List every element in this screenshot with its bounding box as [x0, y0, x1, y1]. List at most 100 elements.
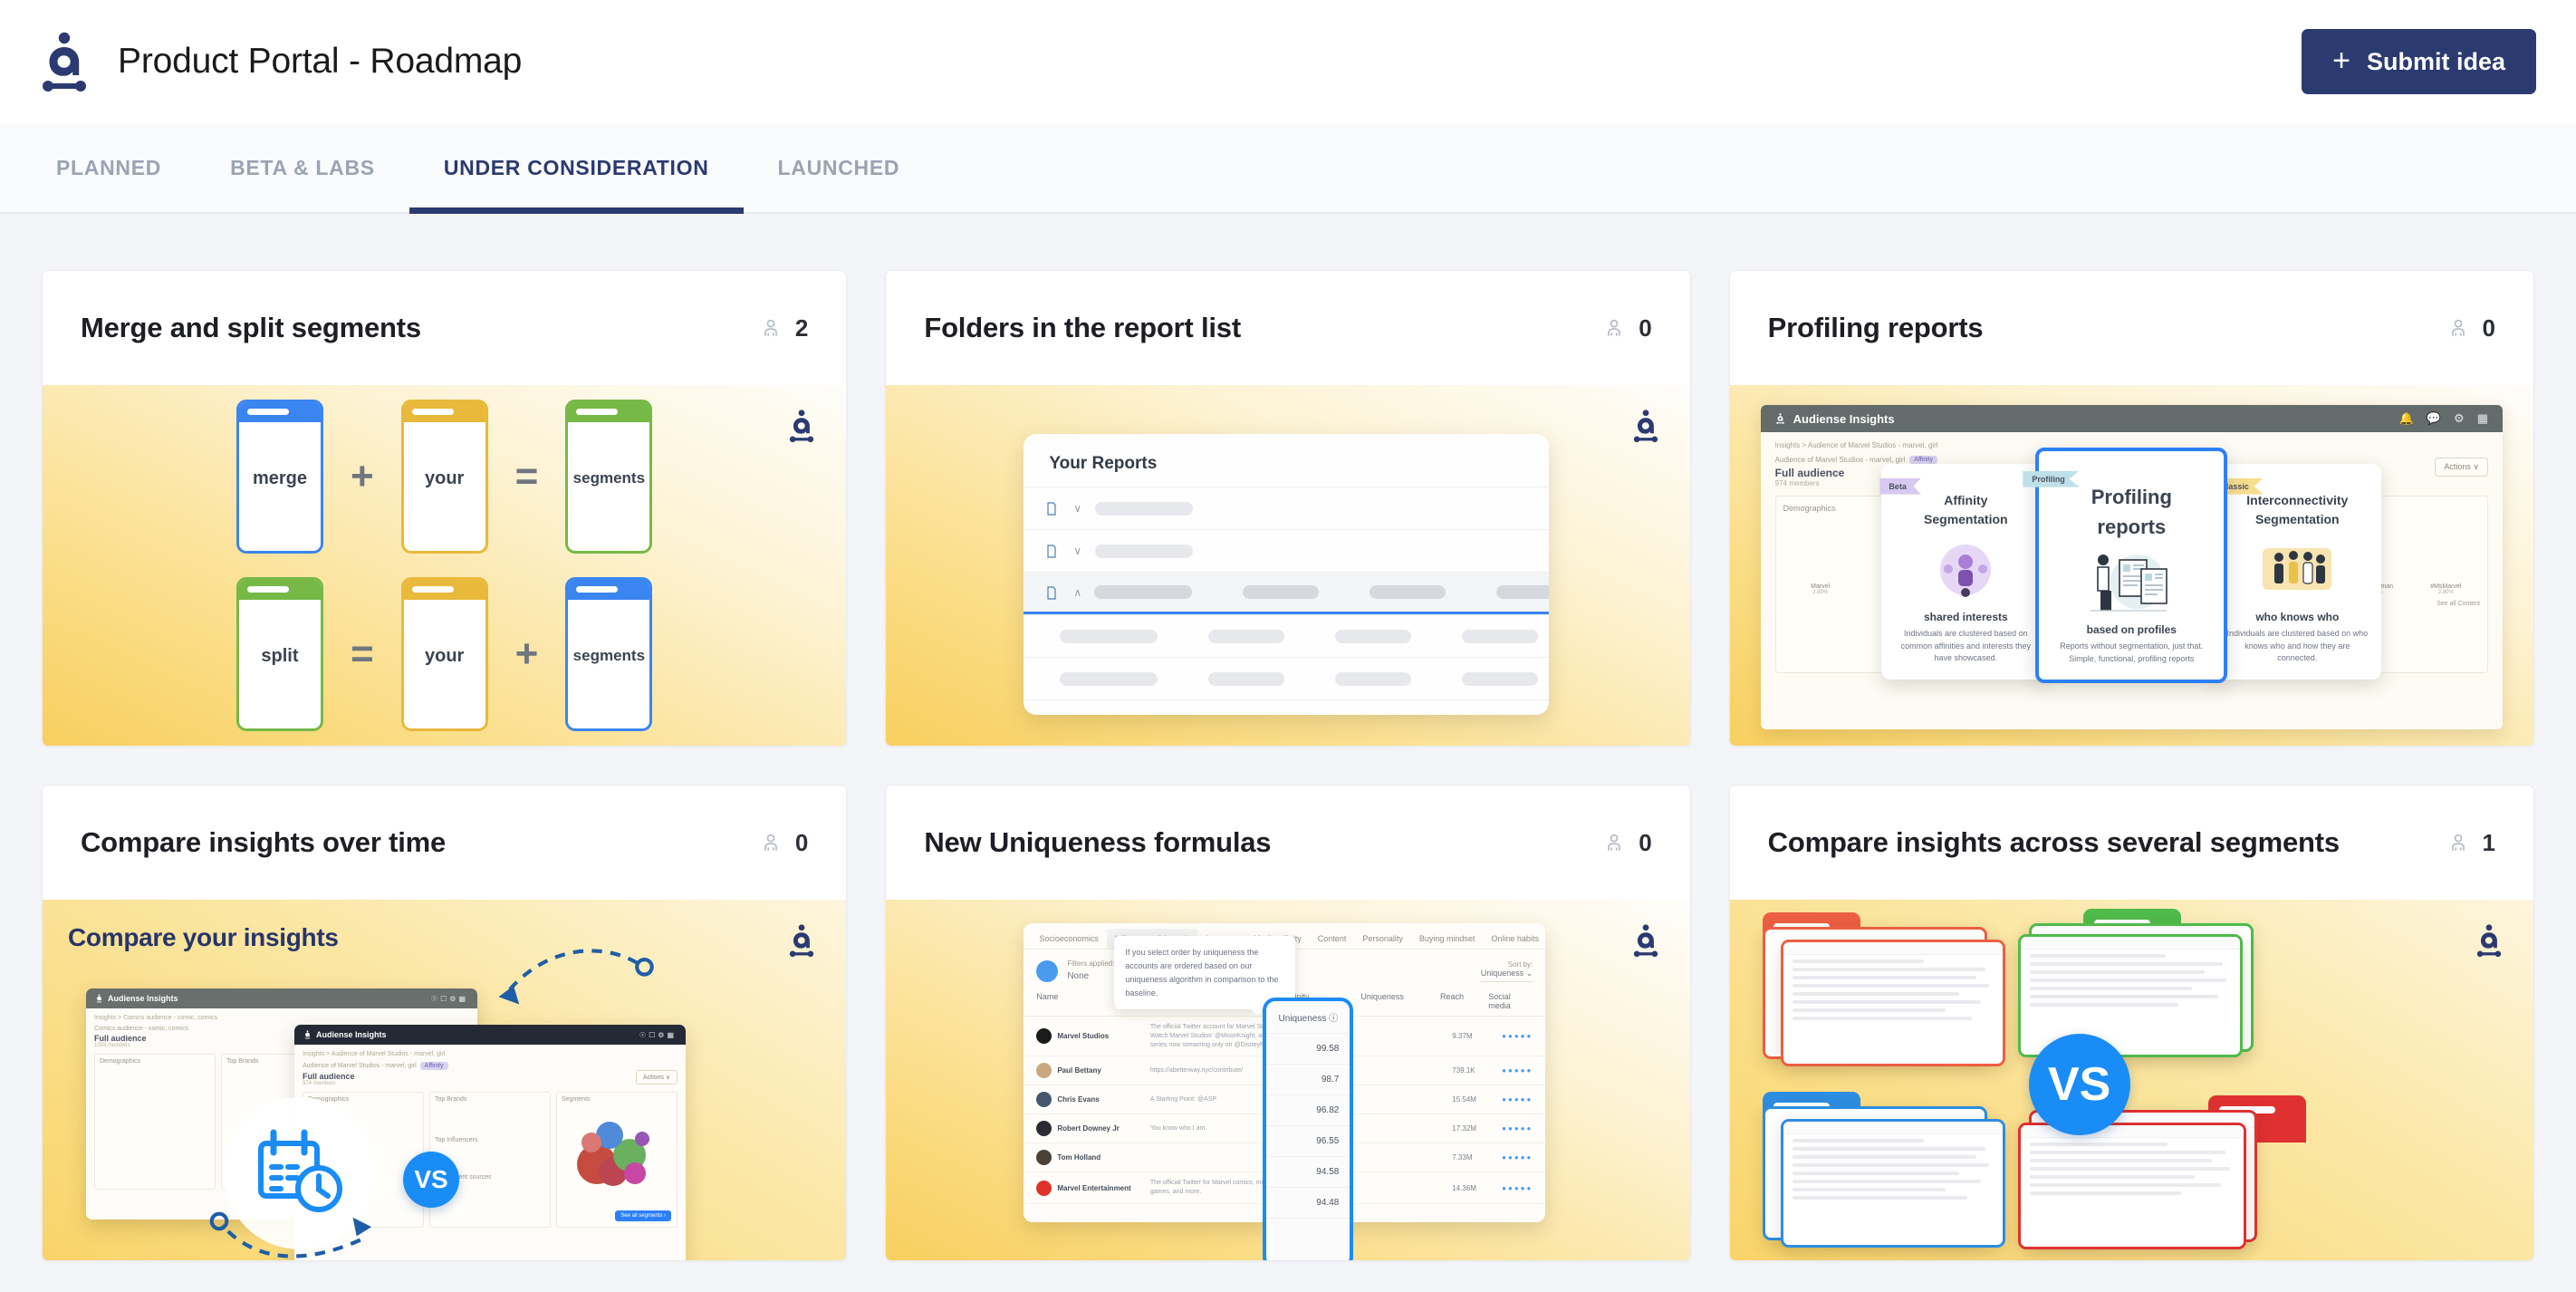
col-uniqueness: Uniqueness	[1360, 992, 1404, 1001]
filter-icon[interactable]	[1036, 959, 1059, 982]
segment-windows-stage: VS	[1730, 900, 2533, 1260]
skeleton-bar	[1462, 671, 1539, 686]
report-row[interactable]	[1024, 614, 1550, 657]
row-cells	[1060, 714, 1539, 715]
tab-planned[interactable]: PLANNED	[22, 123, 196, 212]
card-title: Compare insights over time	[81, 826, 447, 858]
tab-under-consideration[interactable]: UNDER CONSIDERATION	[409, 123, 744, 214]
card-illustration-uniqueness: Socioeconomics Influencers & brands Inte…	[886, 900, 1690, 1260]
audiense-logo-icon	[36, 32, 92, 92]
idea-card-compare-over-time[interactable]: Compare insights over time 0 Compare you…	[42, 785, 848, 1261]
folder-row[interactable]: ∨	[1024, 529, 1550, 572]
idea-card-profiling-reports[interactable]: Profiling reports 0 Audiense Insights 🔔	[1728, 270, 2534, 747]
full-audience-label: Full audience	[303, 1072, 355, 1081]
skeleton-bar	[1335, 671, 1412, 686]
tab-buying-mindset[interactable]: Buying mindset	[1411, 929, 1484, 949]
brand: Product Portal - Roadmap	[36, 32, 522, 92]
skeleton-bar	[1095, 544, 1194, 558]
avatar	[1036, 1150, 1053, 1166]
report-window-blue[interactable]	[1780, 1119, 2005, 1248]
avatar	[1036, 1121, 1053, 1137]
vote-badge[interactable]: 0	[1602, 313, 1652, 342]
skeleton-bar	[1243, 585, 1320, 599]
card-heading-line2: Segmentation	[1924, 511, 2008, 526]
folder-row[interactable]: ∨	[1024, 487, 1550, 529]
social-icons: ●●●●●	[1502, 1032, 1533, 1041]
report-type-card-profiling[interactable]: Profiling Profiling reports based on pro…	[2023, 447, 2228, 684]
vote-badge[interactable]: 0	[759, 829, 808, 857]
vote-badge[interactable]: 1	[2446, 829, 2495, 857]
col-reach: Reach	[1439, 992, 1464, 1001]
vote-badge[interactable]: 0	[1602, 829, 1652, 857]
chevron-down-icon[interactable]: ∨	[1073, 502, 1086, 515]
uniqueness-value: 98.7	[1266, 1065, 1350, 1095]
watermark-logo-icon	[1630, 923, 1661, 958]
actions-button[interactable]: Actions ∨	[635, 1070, 678, 1085]
info-icon[interactable]: ⓘ	[1329, 1014, 1338, 1024]
window-header	[1783, 942, 2003, 955]
report-type-card-interconnectivity[interactable]: Classic Interconnectivity Segmentation w…	[2211, 463, 2382, 680]
segments-bubble-chart	[577, 1122, 649, 1186]
segment-card-label: your	[424, 645, 465, 666]
tab-beta-labs[interactable]: BETA & LABS	[196, 123, 409, 212]
vote-count: 1	[2482, 828, 2495, 856]
dashboard-column: Demographics	[94, 1054, 216, 1190]
skeleton-bar	[1335, 714, 1412, 715]
person-icon	[2451, 319, 2465, 336]
skeleton-bar	[1060, 714, 1158, 715]
operator-equals: =	[350, 632, 374, 676]
window-header	[1783, 1122, 2003, 1134]
idea-card-compare-across-segments[interactable]: Compare insights across several segments…	[1728, 785, 2534, 1261]
card-header: New Uniqueness formulas 0	[886, 786, 1689, 900]
idea-card-merge-split[interactable]: Merge and split segments 2 merge + your	[42, 270, 848, 747]
vote-badge[interactable]: 2	[759, 314, 808, 342]
card-subtitle: who knows who	[2255, 610, 2340, 623]
see-all-segments-button[interactable]: See all segments ›	[615, 1210, 671, 1221]
folder-icon	[1047, 544, 1064, 558]
submit-idea-button[interactable]: + Submit idea	[2302, 29, 2536, 94]
chevron-up-icon[interactable]: ∧	[1073, 586, 1081, 599]
report-window-red[interactable]	[2017, 1123, 2246, 1249]
tab-launched[interactable]: LAUNCHED	[744, 123, 935, 212]
reach-value: 7.33M	[1452, 1153, 1473, 1162]
folder-row-expanded[interactable]: ∧	[1024, 572, 1550, 614]
segment-card-segments: segments	[565, 577, 653, 731]
avatar	[1036, 1092, 1053, 1108]
compare-headline: Compare your insights	[68, 923, 339, 951]
window-header	[2020, 937, 2240, 950]
interconnectivity-illustration-icon	[2225, 536, 2369, 603]
idea-card-folders-report-list[interactable]: Folders in the report list 0 Your Report…	[885, 270, 1691, 747]
uniqueness-value: 94.58	[1266, 1157, 1350, 1188]
idea-card-grid: Merge and split segments 2 merge + your	[0, 214, 2576, 1261]
filters-value: None	[1067, 971, 1090, 981]
skeleton-bar	[1335, 629, 1412, 643]
uniqueness-value: 96.55	[1266, 1126, 1350, 1157]
report-window-green[interactable]	[2017, 934, 2243, 1057]
report-window-orange-front[interactable]	[1780, 940, 2005, 1066]
report-row[interactable]	[1024, 699, 1550, 715]
social-icons: ●●●●●	[1502, 1066, 1533, 1075]
avatar	[1036, 1180, 1053, 1196]
tab-personality[interactable]: Personality	[1354, 929, 1411, 949]
report-type-card-affinity[interactable]: Beta Affinity Segmentation shared intere…	[1879, 463, 2051, 680]
idea-card-uniqueness-formulas[interactable]: New Uniqueness formulas 0 Socioeconomics…	[885, 785, 1691, 1261]
operator-equals: =	[514, 454, 539, 498]
vote-count: 0	[794, 828, 809, 856]
influencer-name: Chris Evans	[1057, 1095, 1100, 1104]
skeleton-bar	[1496, 585, 1550, 599]
chevron-down-icon[interactable]: ∨	[1073, 545, 1086, 557]
skeleton-bar	[1462, 629, 1539, 643]
ribbon-badge: Beta	[1879, 477, 1921, 495]
report-row[interactable]	[1024, 657, 1550, 699]
vote-badge[interactable]: 0	[2446, 314, 2495, 342]
card-illustration-profiling: Audiense Insights 🔔 💬 ⚙ ▦ Insights > Aud…	[1729, 385, 2533, 746]
vote-count: 0	[1639, 313, 1652, 342]
sort-control[interactable]: Sort by: Uniqueness ⌄	[1480, 960, 1533, 982]
page-title: Product Portal - Roadmap	[118, 42, 523, 81]
dashboard-topbar-icons: ☉☐⚙▦	[430, 994, 468, 1003]
avatar	[1036, 1063, 1053, 1079]
report-type-cards: Beta Affinity Segmentation shared intere…	[1730, 385, 2533, 746]
tab-socioeconomics[interactable]: Socioeconomics	[1031, 929, 1107, 949]
tab-online-habits[interactable]: Online habits	[1483, 929, 1545, 949]
tab-content[interactable]: Content	[1310, 929, 1355, 949]
